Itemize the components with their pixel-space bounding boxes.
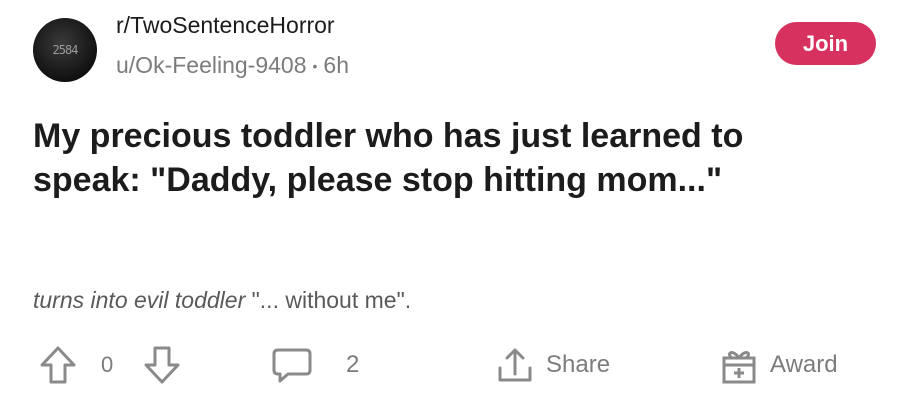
award-button[interactable]: Award [718,340,838,390]
vote-count: 0 [101,352,114,377]
comment-count: 2 [346,351,360,378]
post-body-italic: turns into evil toddler [33,287,246,313]
avatar-label: 2584 [52,43,79,57]
byline: u/Ok-Feeling-9408 • 6h [116,52,349,79]
share-button[interactable]: Share [494,340,610,390]
upvote-button[interactable] [38,340,78,390]
action-bar: 0 2 Share Award [0,340,900,390]
comment-icon [272,348,312,383]
subreddit-link[interactable]: r/TwoSentenceHorror [116,12,335,39]
post-title[interactable]: My precious toddler who has just learned… [33,114,853,202]
share-label: Share [546,351,611,378]
post-card: 2584 r/TwoSentenceHorror u/Ok-Feeling-94… [0,0,900,402]
post-age: 6h [323,52,349,78]
downvote-button[interactable] [142,340,182,390]
join-button[interactable]: Join [775,22,876,65]
post-body: turns into evil toddler "... without me"… [33,287,411,314]
byline-separator: • [312,57,318,74]
gift-icon [722,351,756,384]
author-link[interactable]: u/Ok-Feeling-9408 [116,52,307,79]
subreddit-avatar[interactable]: 2584 [33,18,97,82]
downvote-icon [144,346,180,384]
post-body-rest: "... without me". [245,287,412,313]
award-label: Award [770,351,838,378]
upvote-icon [40,346,76,384]
share-icon [498,348,532,382]
comments-button[interactable]: 2 [270,340,359,390]
